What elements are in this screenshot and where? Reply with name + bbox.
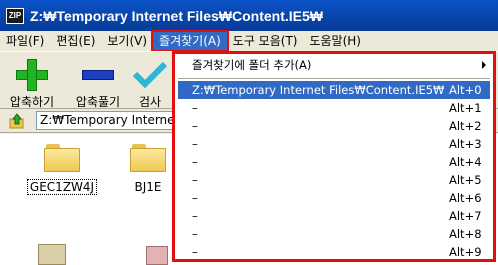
compress-label: 압축하기 [9,95,55,109]
window-titlebar: ZIP Z:₩Temporary Internet Files₩Content.… [0,0,498,31]
app-icon: ZIP [6,7,24,24]
folder-icon [130,142,166,172]
up-folder-icon[interactable] [9,113,25,129]
check-label: 검사 [138,95,162,108]
plus-icon [15,58,49,92]
minus-icon [81,58,115,92]
file-icon [38,244,66,265]
favorite-entry[interactable]: – Alt+8 [178,225,490,243]
file-item[interactable]: BJ1E [125,142,171,194]
favorites-dropdown: 즐겨찾기에 폴더 추가(A) Z:₩Temporary Internet Fil… [172,51,496,262]
submenu-arrow-icon [482,61,486,69]
file-name: BJ1E [134,180,162,194]
favorite-entry[interactable]: – Alt+6 [178,189,490,207]
favorite-entry[interactable]: – Alt+3 [178,135,490,153]
favorite-entry[interactable]: Z:₩Temporary Internet Files₩Content.IE5₩… [178,81,490,99]
decompress-label: 압축풀기 [75,95,121,109]
folder-icon [44,142,80,172]
menu-separator [178,78,490,79]
favorite-entry[interactable]: – Alt+2 [178,117,490,135]
menu-help[interactable]: 도움말(H) [303,32,367,50]
add-folder-to-favorites[interactable]: 즐겨찾기에 폴더 추가(A) [178,56,490,74]
menu-toolbars[interactable]: 도구 모음(T) [227,32,304,50]
favorite-entry[interactable]: – Alt+7 [178,207,490,225]
favorite-entry[interactable]: – Alt+1 [178,99,490,117]
decompress-button[interactable]: 압축풀기 [68,56,128,109]
favorite-entry[interactable]: – Alt+4 [178,153,490,171]
menubar: 파일(F) 편집(E) 보기(V) 즐겨찾기(A) 도구 모음(T) 도움말(H… [0,30,498,52]
favorite-entry[interactable]: – Alt+9 [178,243,490,261]
menu-edit[interactable]: 편집(E) [50,32,101,50]
file-name: GEC1ZW4J [26,179,98,195]
menu-view[interactable]: 보기(V) [101,32,153,50]
checkmark-icon [132,58,168,92]
favorite-entry[interactable]: – Alt+5 [178,171,490,189]
file-icon [146,246,168,265]
check-button[interactable]: 검사 [128,56,172,108]
compress-button[interactable]: 압축하기 [2,56,62,109]
menu-favorites[interactable]: 즐겨찾기(A) [151,30,229,52]
file-item[interactable]: GEC1ZW4J [26,142,98,195]
menu-file[interactable]: 파일(F) [0,32,50,50]
window-title: Z:₩Temporary Internet Files₩Content.IE5₩ [30,7,323,24]
